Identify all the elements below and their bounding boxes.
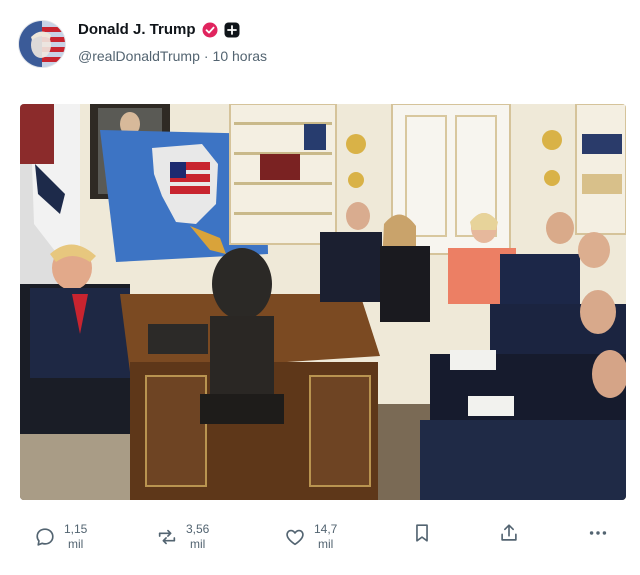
author-display-name[interactable]: Donald J. Trump bbox=[78, 21, 196, 38]
post-timestamp[interactable]: 10 horas bbox=[213, 48, 267, 64]
bookmark-icon bbox=[416, 524, 428, 542]
like-count: 14,7 bbox=[314, 522, 338, 536]
like-icon bbox=[286, 529, 304, 546]
repost-button[interactable]: 3,56 mil bbox=[156, 522, 209, 552]
post-image[interactable] bbox=[20, 104, 626, 500]
repost-count: 3,56 bbox=[186, 522, 210, 536]
share-button[interactable] bbox=[498, 522, 520, 544]
like-count-unit: mil bbox=[318, 537, 334, 551]
repost-icon bbox=[158, 529, 176, 545]
reply-icon bbox=[36, 528, 54, 546]
reply-button[interactable]: 1,15 mil bbox=[34, 522, 87, 552]
like-button[interactable]: 14,7 mil bbox=[284, 522, 337, 552]
share-icon bbox=[501, 524, 517, 541]
meta-separator: · bbox=[203, 48, 209, 64]
more-icon bbox=[589, 531, 607, 535]
avatar[interactable] bbox=[18, 20, 66, 68]
verified-badge-icon bbox=[202, 22, 218, 38]
plus-icon[interactable] bbox=[224, 22, 240, 38]
repost-count-unit: mil bbox=[190, 537, 206, 551]
author-handle[interactable]: @realDonaldTrump bbox=[78, 48, 200, 64]
action-bar: 1,15 mil 3,56 mil 14,7 mil bbox=[0, 516, 640, 564]
more-button[interactable] bbox=[587, 522, 609, 544]
reply-count-unit: mil bbox=[68, 537, 84, 551]
bookmark-button[interactable] bbox=[411, 522, 433, 544]
reply-count: 1,15 bbox=[64, 522, 88, 536]
